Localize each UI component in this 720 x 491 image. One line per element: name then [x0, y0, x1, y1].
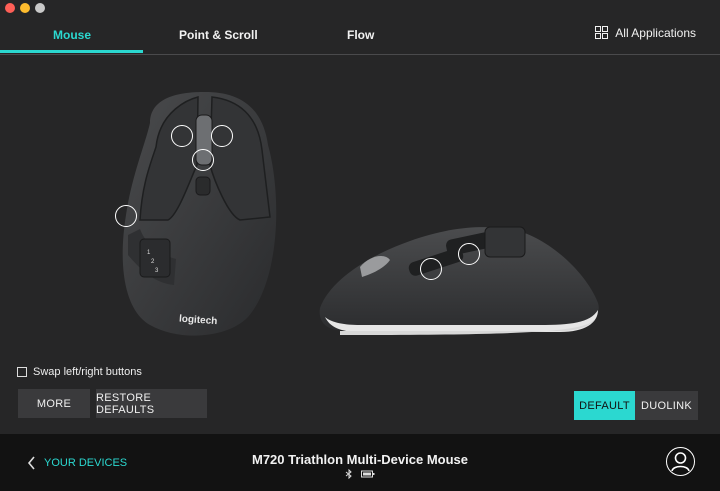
swap-buttons-label: Swap left/right buttons: [33, 366, 142, 378]
thumb-wheel-hotspot[interactable]: [115, 205, 137, 227]
device-name: M720 Triathlon Multi-Device Mouse: [252, 452, 468, 467]
minimize-window-button[interactable]: [20, 3, 30, 13]
mouse-illustration: 1 2 3 logitech: [122, 92, 599, 336]
swap-buttons-option[interactable]: Swap left/right buttons: [17, 366, 142, 378]
all-applications-button[interactable]: All Applications: [595, 26, 696, 40]
device-status-icons: [0, 468, 720, 480]
more-button[interactable]: MORE: [18, 389, 90, 418]
mouse-side-view: [319, 226, 599, 335]
bluetooth-icon: [345, 468, 352, 480]
back-button-hotspot[interactable]: [420, 258, 442, 280]
duolink-button[interactable]: DUOLINK: [635, 391, 698, 420]
tab-bar: Mouse Point & Scroll Flow All Applicatio…: [0, 18, 720, 55]
default-button[interactable]: DEFAULT: [574, 391, 635, 420]
close-window-button[interactable]: [5, 3, 15, 13]
all-applications-label: All Applications: [615, 26, 696, 40]
mouse-illustration-area: 1 2 3 logitech: [0, 55, 720, 355]
tab-point-scroll[interactable]: Point & Scroll: [179, 28, 258, 42]
footer-bar: YOUR DEVICES M720 Triathlon Multi-Device…: [0, 434, 720, 491]
user-icon: [671, 452, 690, 472]
active-tab-indicator: [0, 50, 143, 53]
restore-defaults-button[interactable]: RESTORE DEFAULTS: [96, 389, 207, 418]
zoom-window-button[interactable]: [35, 3, 45, 13]
left-button-hotspot[interactable]: [171, 125, 193, 147]
title-bar: [0, 0, 720, 18]
swap-buttons-checkbox[interactable]: [17, 367, 27, 377]
forward-button-hotspot[interactable]: [458, 243, 480, 265]
tab-mouse[interactable]: Mouse: [53, 28, 91, 42]
battery-icon: [361, 470, 375, 478]
right-button-hotspot[interactable]: [211, 125, 233, 147]
middle-button-hotspot[interactable]: [192, 149, 214, 171]
grid-icon: [595, 26, 609, 40]
mouse-top-view: 1 2 3 logitech: [122, 92, 277, 336]
profile-button[interactable]: [666, 447, 695, 476]
tab-flow[interactable]: Flow: [347, 28, 374, 42]
